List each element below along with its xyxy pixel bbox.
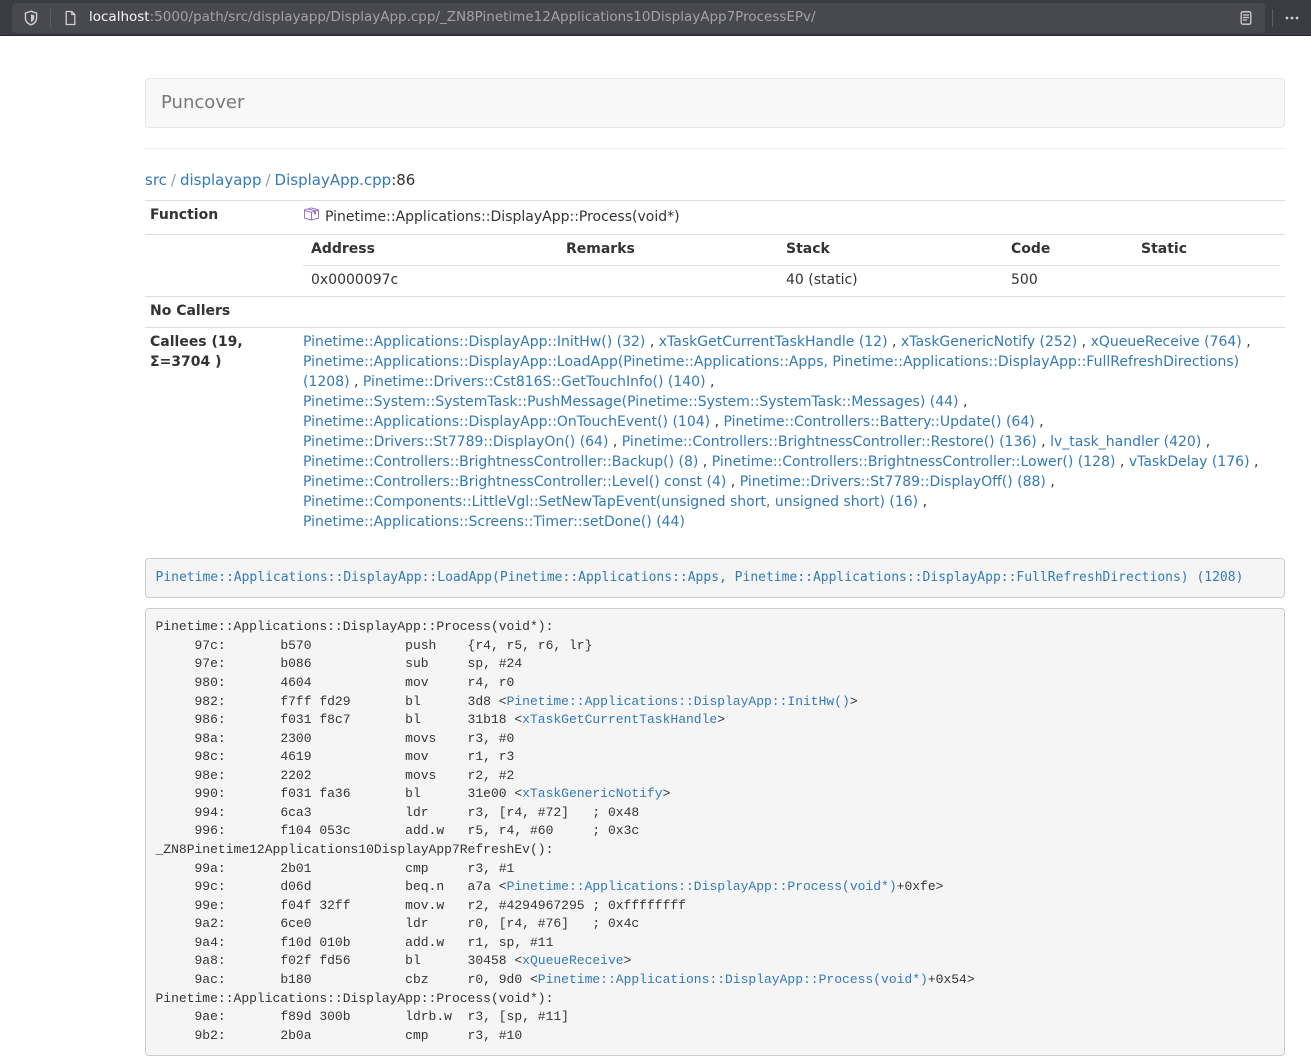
no-callers-label: No Callers bbox=[145, 297, 298, 328]
column-header-code: Code bbox=[1003, 235, 1133, 265]
function-info-table: Function Pinetime::Applications::Display… bbox=[145, 200, 1285, 538]
stack-value: 40 (static) bbox=[778, 266, 1003, 296]
callee-link[interactable]: Pinetime::Controllers::BrightnessControl… bbox=[303, 474, 726, 490]
function-label: Function bbox=[145, 201, 298, 235]
callee-link[interactable]: Pinetime::Controllers::BrightnessControl… bbox=[303, 454, 698, 470]
browser-toolbar: localhost:5000/path/src/displayapp/Displ… bbox=[0, 0, 1311, 36]
callee-link[interactable]: Pinetime::Controllers::BrightnessControl… bbox=[622, 434, 1037, 450]
code-size-value: 500 bbox=[1003, 266, 1133, 296]
address-value: 0x0000097c bbox=[303, 266, 558, 296]
code-symbol-link[interactable]: Pinetime::Applications::DisplayApp::Proc… bbox=[507, 879, 897, 894]
static-value bbox=[1133, 266, 1280, 296]
shield-icon[interactable] bbox=[18, 5, 44, 31]
disassembly-code: Pinetime::Applications::DisplayApp::Proc… bbox=[156, 619, 975, 1042]
callee-link[interactable]: Pinetime::Drivers::St7789::DisplayOn() (… bbox=[303, 434, 608, 450]
code-symbol-link[interactable]: Pinetime::Applications::DisplayApp::Proc… bbox=[538, 972, 928, 987]
url-text: localhost:5000/path/src/displayapp/Displ… bbox=[89, 8, 1233, 27]
code-symbol-link[interactable]: xQueueReceive bbox=[522, 953, 623, 968]
url-path: :5000/path/src/displayapp/DisplayApp.cpp… bbox=[150, 9, 816, 25]
callee-link[interactable]: xQueueReceive (764) bbox=[1091, 334, 1242, 350]
breadcrumb-separator: / bbox=[167, 171, 180, 189]
callees-label: Callees (19, Σ=3704 ) bbox=[145, 328, 298, 538]
app-brand[interactable]: Puncover bbox=[146, 78, 259, 128]
callee-link[interactable]: Pinetime::Applications::DisplayApp::OnTo… bbox=[303, 414, 710, 430]
callee-link[interactable]: Pinetime::Drivers::Cst816S::GetTouchInfo… bbox=[363, 374, 706, 390]
disassembly-block: Pinetime::Applications::DisplayApp::Proc… bbox=[145, 608, 1285, 1056]
column-header-static: Static bbox=[1133, 235, 1280, 265]
column-header-address: Address bbox=[303, 235, 558, 265]
callee-link[interactable]: Pinetime::Drivers::St7789::DisplayOff() … bbox=[740, 474, 1046, 490]
callee-link[interactable]: xTaskGetCurrentTaskHandle (12) bbox=[659, 334, 888, 350]
app-navbar: Puncover bbox=[145, 78, 1285, 128]
callee-link[interactable]: Pinetime::Applications::Screens::Timer::… bbox=[303, 514, 685, 530]
table-row: Address Remarks Stack Code Static 0x0000… bbox=[145, 235, 1285, 297]
url-host: localhost bbox=[89, 9, 150, 25]
table-row: 0x0000097c 40 (static) 500 bbox=[303, 266, 1280, 296]
callee-link[interactable]: vTaskDelay (176) bbox=[1129, 454, 1250, 470]
table-row: No Callers bbox=[145, 297, 1285, 328]
callee-link[interactable]: Pinetime::Controllers::Battery::Update()… bbox=[723, 414, 1034, 430]
code-symbol-link[interactable]: xTaskGenericNotify bbox=[522, 786, 662, 801]
column-header-remarks: Remarks bbox=[558, 235, 778, 265]
breadcrumb: src/displayapp/DisplayApp.cpp:86 bbox=[145, 170, 1285, 191]
callee-link[interactable]: Pinetime::Applications::DisplayApp::Init… bbox=[303, 334, 645, 350]
breadcrumb-link[interactable]: src bbox=[145, 171, 167, 189]
table-row: Callees (19, Σ=3704 ) Pinetime::Applicat… bbox=[145, 328, 1285, 538]
table-row: Function Pinetime::Applications::Display… bbox=[145, 201, 1285, 235]
code-symbol-link[interactable]: Pinetime::Applications::DisplayApp::Init… bbox=[507, 694, 850, 709]
column-header-stack: Stack bbox=[778, 235, 1003, 265]
url-bar[interactable]: localhost:5000/path/src/displayapp/Displ… bbox=[12, 3, 1265, 33]
loadapp-symbol-block: Pinetime::Applications::DisplayApp::Load… bbox=[145, 558, 1285, 598]
breadcrumb-link[interactable]: DisplayApp.cpp bbox=[275, 171, 392, 189]
function-name: Pinetime::Applications::DisplayApp::Proc… bbox=[325, 208, 680, 228]
callee-link[interactable]: Pinetime::Controllers::BrightnessControl… bbox=[712, 454, 1116, 470]
remarks-value bbox=[558, 266, 778, 296]
divider bbox=[1272, 9, 1273, 27]
page: Puncover src/displayapp/DisplayApp.cpp:8… bbox=[0, 36, 1311, 1056]
page-icon bbox=[57, 5, 83, 31]
divider-rule bbox=[145, 148, 1285, 149]
menu-icon[interactable] bbox=[1279, 5, 1305, 31]
loadapp-symbol-link[interactable]: Pinetime::Applications::DisplayApp::Load… bbox=[156, 570, 1244, 585]
callee-link[interactable]: xTaskGenericNotify (252) bbox=[901, 334, 1077, 350]
code-symbol-link[interactable]: xTaskGetCurrentTaskHandle bbox=[522, 712, 717, 727]
breadcrumb-separator: / bbox=[261, 171, 274, 189]
callee-link[interactable]: lv_task_handler (420) bbox=[1050, 434, 1201, 450]
reader-view-icon[interactable] bbox=[1233, 5, 1259, 31]
package-icon bbox=[303, 206, 319, 229]
function-name-cell: Pinetime::Applications::DisplayApp::Proc… bbox=[303, 206, 680, 229]
callee-link[interactable]: Pinetime::System::SystemTask::PushMessag… bbox=[303, 394, 959, 410]
callees-list: Pinetime::Applications::DisplayApp::Init… bbox=[298, 328, 1285, 538]
callee-link[interactable]: Pinetime::Components::LittleVgl::SetNewT… bbox=[303, 494, 918, 510]
breadcrumb-line-number: :86 bbox=[391, 171, 415, 189]
breadcrumb-link[interactable]: displayapp bbox=[180, 171, 262, 189]
divider bbox=[50, 9, 51, 27]
function-stats-table: Address Remarks Stack Code Static 0x0000… bbox=[303, 235, 1280, 296]
